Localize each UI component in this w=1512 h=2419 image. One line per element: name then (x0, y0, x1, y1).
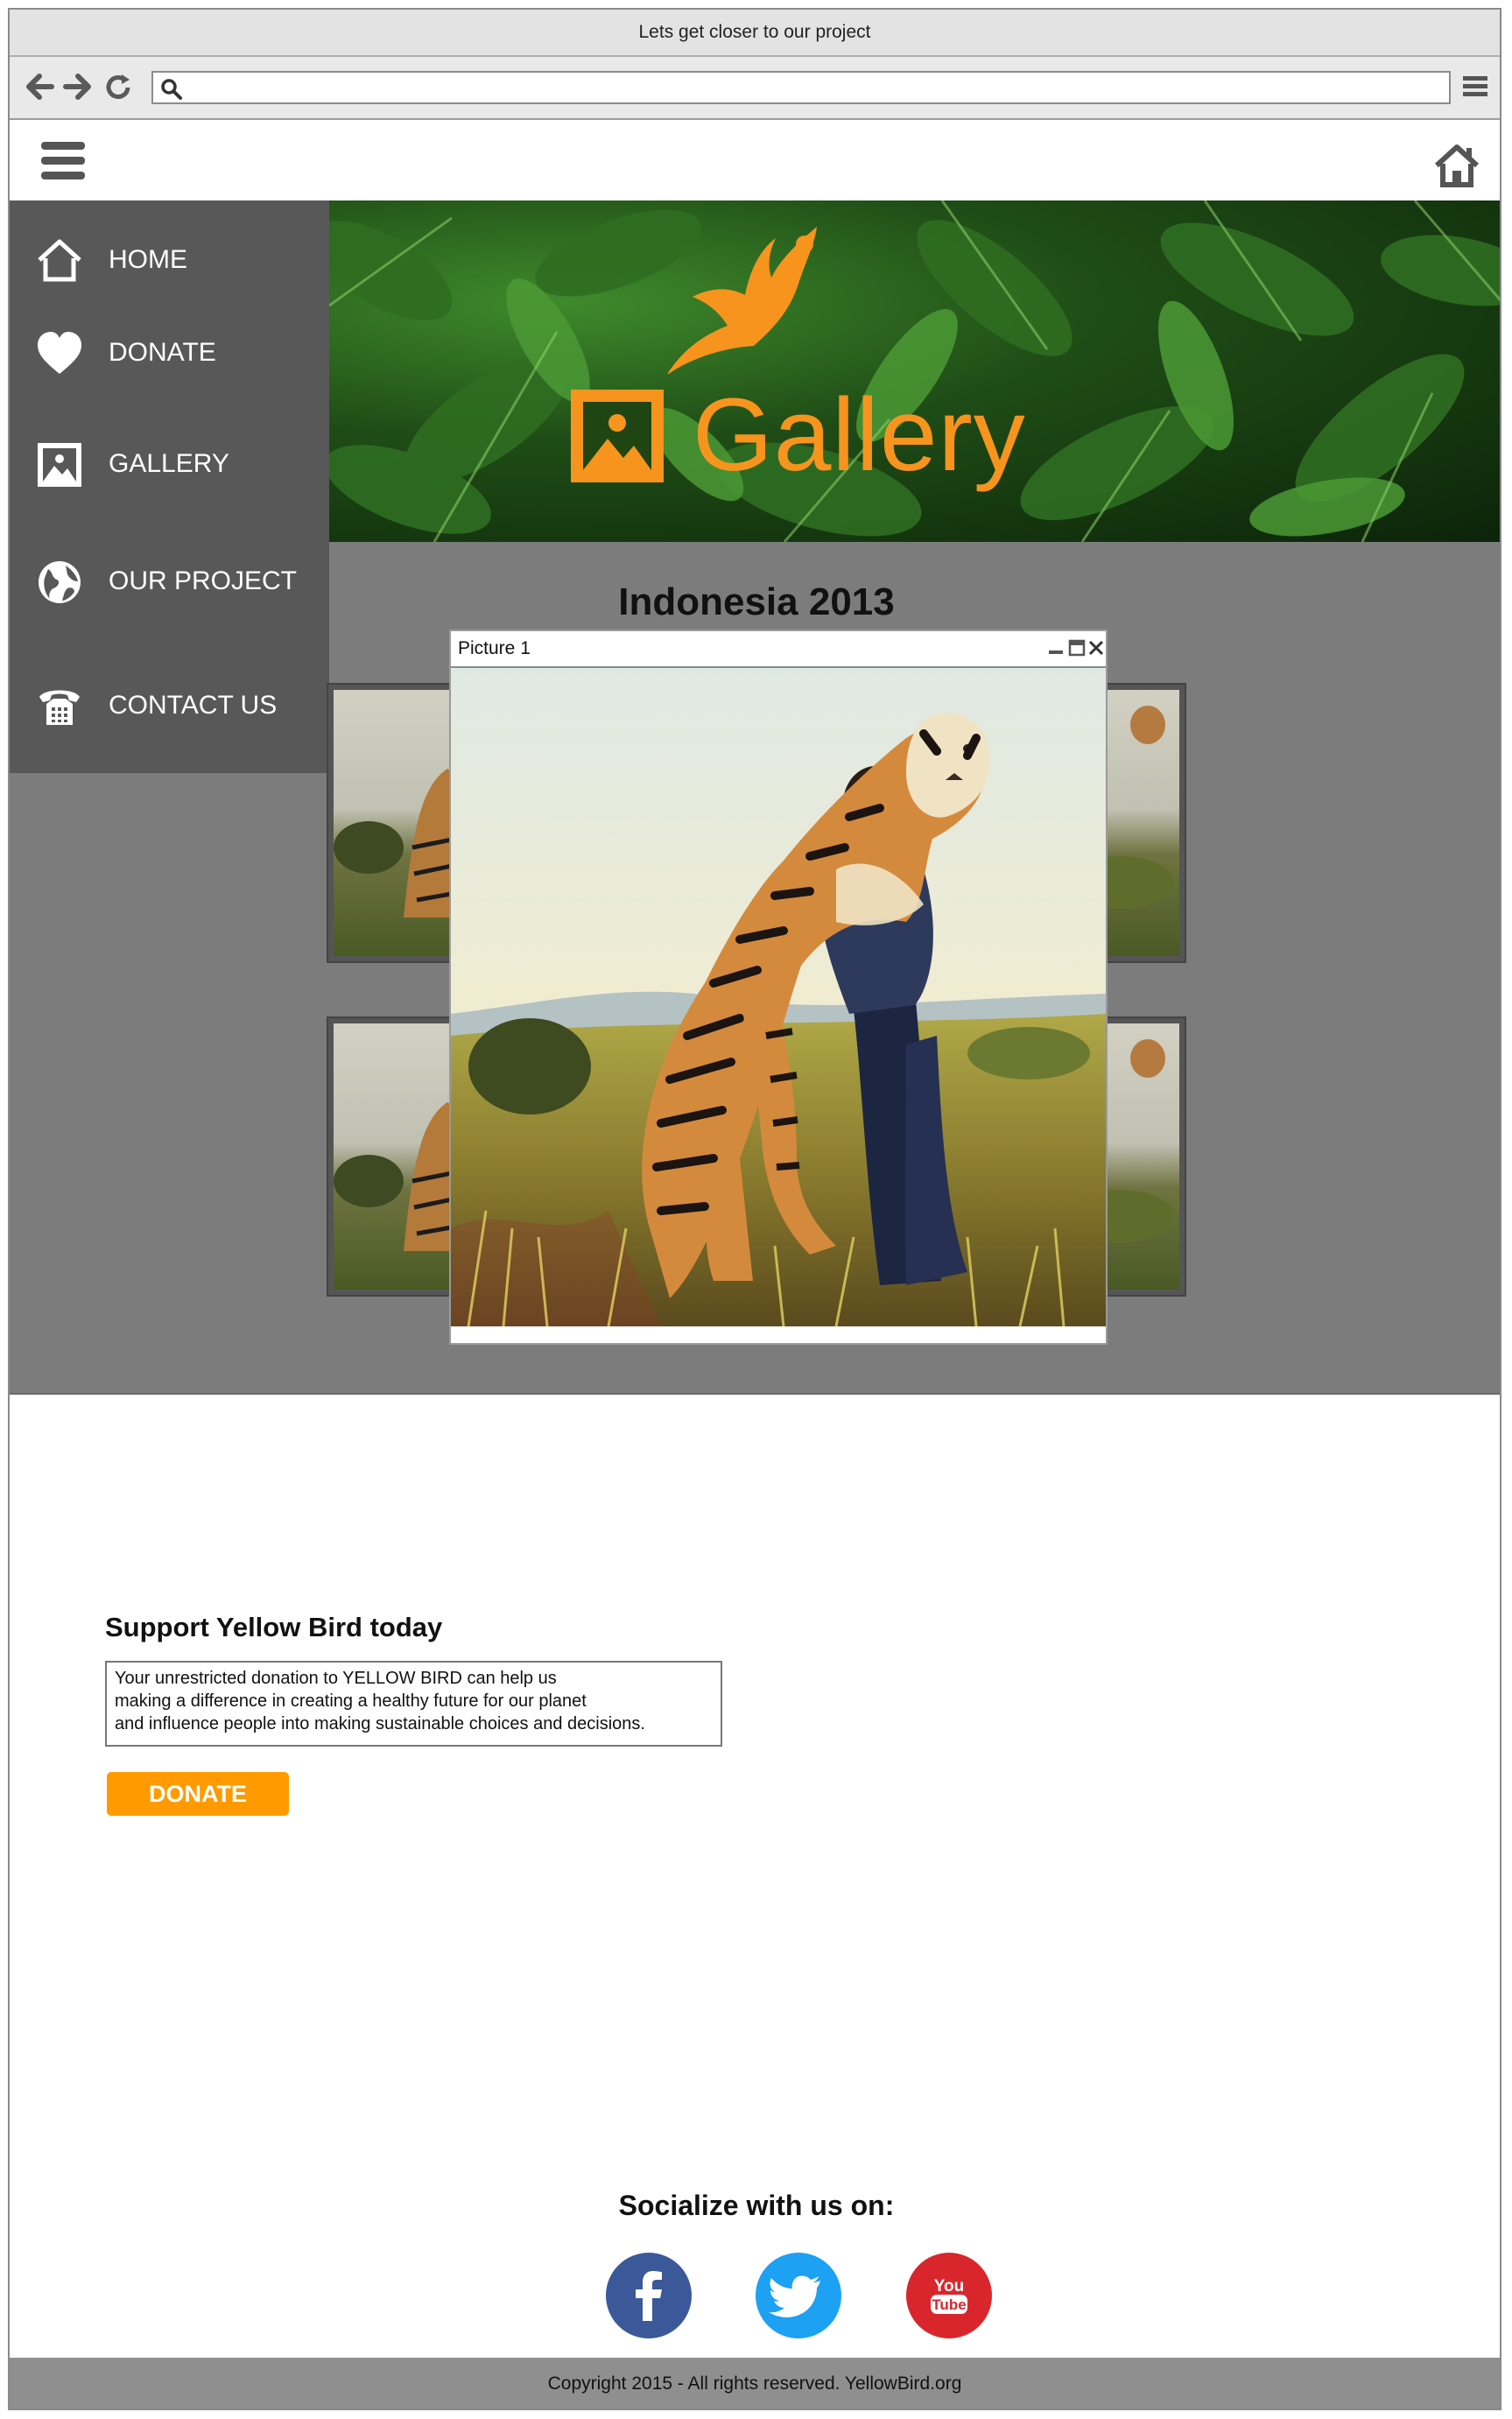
browser-menu-icon[interactable] (1461, 73, 1489, 101)
sidebar-item-contact-us[interactable]: CONTACT US (10, 670, 329, 740)
facebook-icon (636, 2271, 662, 2321)
close-icon[interactable] (1087, 638, 1106, 657)
address-bar[interactable] (151, 71, 1451, 104)
sidebar-item-home[interactable]: HOME (10, 224, 329, 294)
twitter-button[interactable] (756, 2253, 841, 2338)
social-heading: Socialize with us on: (618, 2190, 895, 2221)
browser-window: Lets get closer to our project Gallery H… (8, 8, 1501, 2410)
donation-text-line: and influence people into making sustain… (115, 1714, 645, 1733)
sidebar-item-label: HOME (109, 245, 187, 274)
gallery-heading: Indonesia 2013 (618, 580, 895, 623)
sidebar-item-label: DONATE (109, 338, 216, 367)
sidebar-item-label: GALLERY (109, 449, 229, 478)
forward-arrow-icon[interactable] (60, 69, 95, 104)
facebook-button[interactable] (606, 2253, 692, 2338)
donation-text-line: Your unrestricted donation to YELLOW BIR… (115, 1669, 557, 1688)
copyright-text: Copyright 2015 - All rights reserved. Ye… (547, 2373, 962, 2394)
donate-button[interactable]: DONATE (107, 1772, 289, 1816)
youtube-button[interactable]: You Tube (906, 2253, 992, 2338)
image-icon (571, 390, 664, 482)
browser-toolbar (10, 57, 1500, 120)
image-icon (38, 443, 81, 487)
modal-photo (451, 668, 1106, 1326)
home-icon (38, 239, 81, 282)
hamburger-menu-icon[interactable] (39, 137, 87, 185)
home-icon[interactable] (1433, 143, 1480, 188)
sidebar-item-gallery[interactable]: GALLERY (10, 428, 329, 498)
modal-title-bar[interactable]: Picture 1 (451, 631, 1106, 668)
tiger-hug-photo (451, 668, 1106, 1326)
sidebar-item-donate[interactable]: DONATE (10, 317, 329, 387)
sidebar-item-label: CONTACT US (109, 691, 278, 720)
youtube-logo-text: Tube (932, 2296, 966, 2313)
modal-title: Picture 1 (458, 638, 531, 658)
page-footer: Copyright 2015 - All rights reserved. Ye… (10, 2358, 1500, 2408)
banner-title: Gallery (693, 377, 1026, 493)
twitter-icon (769, 2275, 820, 2317)
donation-text-line: making a difference in creating a health… (115, 1691, 587, 1711)
telephone-icon (39, 690, 80, 725)
youtube-icon: You Tube (931, 2277, 967, 2314)
minimize-icon[interactable] (1046, 638, 1065, 657)
back-arrow-icon[interactable] (22, 69, 57, 104)
support-heading: Support Yellow Bird today (105, 1612, 443, 1642)
window-title-bar: Lets get closer to our project (10, 10, 1500, 57)
bird-logo-icon (667, 227, 817, 374)
maximize-icon[interactable] (1067, 638, 1087, 657)
search-icon (161, 79, 182, 100)
picture-modal: Picture 1 (449, 629, 1108, 1345)
side-navigation: HOME DONATE GALLERY OUR PROJECT CONTACT … (10, 200, 329, 773)
window-title: Lets get closer to our project (638, 22, 871, 42)
youtube-logo-text: You (934, 2277, 964, 2296)
donation-text-box: Your unrestricted donation to YELLOW BIR… (105, 1661, 722, 1747)
site-header (10, 120, 1500, 200)
gallery-banner: Gallery (329, 200, 1500, 542)
reload-icon[interactable] (101, 69, 136, 104)
heart-icon (38, 332, 81, 374)
